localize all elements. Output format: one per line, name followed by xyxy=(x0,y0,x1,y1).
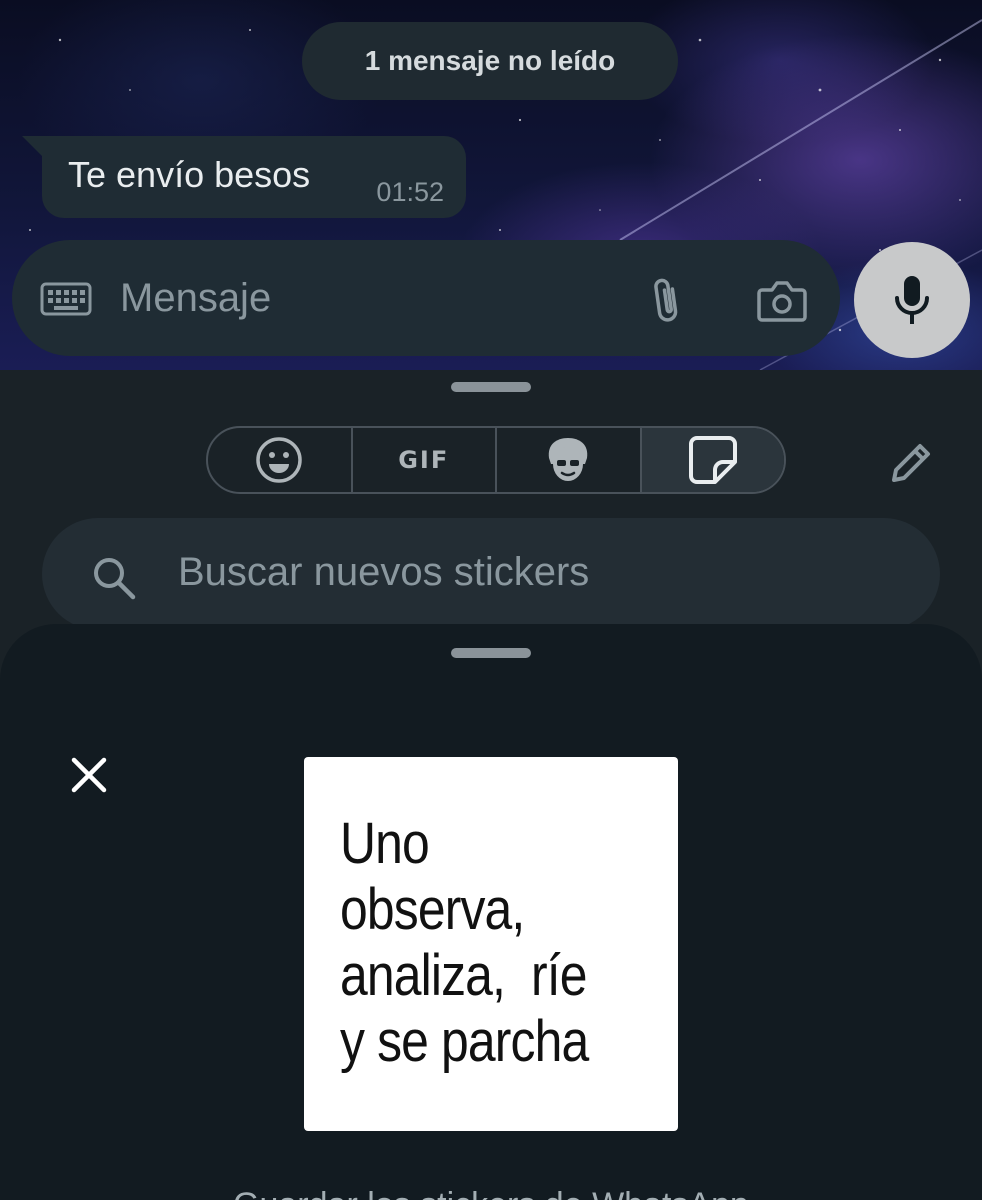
microphone-icon xyxy=(895,276,929,324)
bubble-tail xyxy=(22,136,44,158)
close-icon[interactable] xyxy=(68,754,110,801)
sticker-search-bar[interactable]: Buscar nuevos stickers xyxy=(42,518,940,630)
sticker-preview-sheet: Uno observa, analiza, ríe y se parcha Gu… xyxy=(0,624,982,1200)
smiley-icon xyxy=(256,437,302,483)
tab-stickers[interactable] xyxy=(641,428,784,492)
sticker-icon xyxy=(688,436,737,484)
tab-gif[interactable]: GIF xyxy=(353,428,497,492)
sticker-preview[interactable]: Uno observa, analiza, ríe y se parcha xyxy=(304,757,678,1131)
message-text: Te envío besos xyxy=(68,154,311,195)
sheet-footer-text: Guardar los stickers de WhatsApp xyxy=(0,1186,982,1200)
gif-tab-label: GIF xyxy=(398,446,450,474)
tab-emoji[interactable] xyxy=(208,428,353,492)
message-timestamp: 01:52 xyxy=(376,177,444,207)
voice-message-button[interactable] xyxy=(854,242,970,358)
sticker-text: Uno observa, analiza, ríe y se parcha xyxy=(340,811,589,1074)
search-icon xyxy=(90,554,138,607)
chat-background: 1 mensaje no leído Te envío besos 01:52 … xyxy=(0,0,982,370)
message-input[interactable]: Mensaje xyxy=(120,276,271,321)
panel-drag-handle[interactable] xyxy=(451,382,531,392)
avatar-icon xyxy=(548,438,588,481)
paperclip-icon[interactable] xyxy=(646,276,686,331)
tab-avatar[interactable] xyxy=(497,428,642,492)
incoming-message-bubble[interactable]: Te envío besos 01:52 xyxy=(42,136,466,218)
unread-messages-banner: 1 mensaje no leído xyxy=(302,22,678,100)
picker-tab-group: GIF xyxy=(206,426,786,494)
sticker-search-input[interactable]: Buscar nuevos stickers xyxy=(178,550,589,595)
sheet-drag-handle[interactable] xyxy=(451,648,531,658)
camera-icon[interactable] xyxy=(756,278,808,327)
message-composer[interactable]: Mensaje xyxy=(12,240,840,356)
pencil-icon[interactable] xyxy=(886,438,936,493)
keyboard-icon[interactable] xyxy=(40,282,92,321)
